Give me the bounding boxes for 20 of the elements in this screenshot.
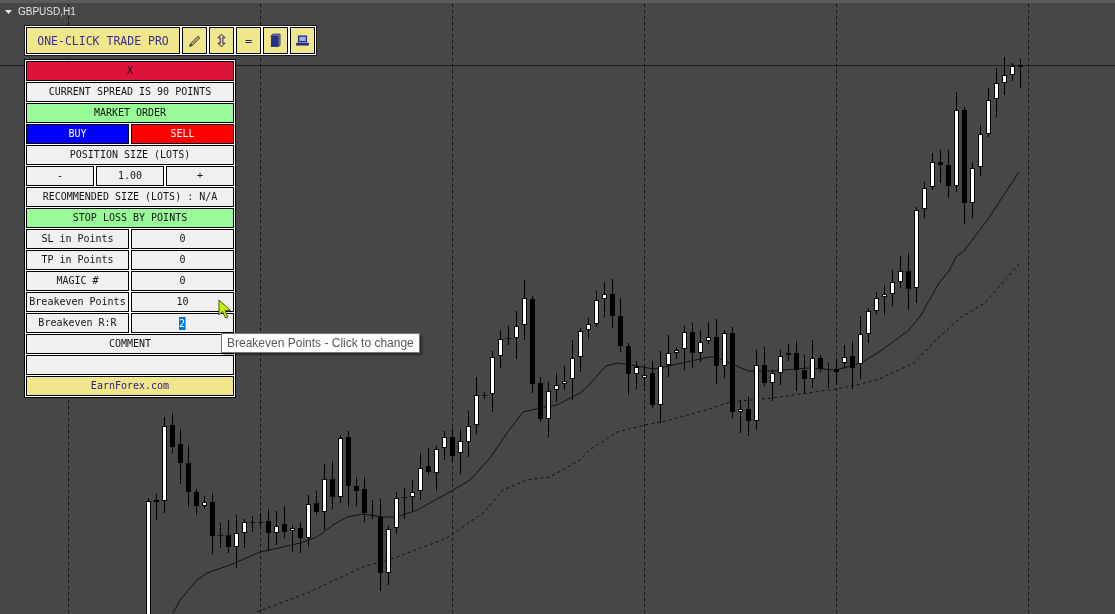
buy-button[interactable]: BUY bbox=[26, 124, 129, 144]
pencil-icon bbox=[188, 34, 201, 47]
equals-button[interactable]: = bbox=[236, 27, 261, 54]
setting-label: SL in Points bbox=[26, 229, 129, 249]
chart-title: GBPUSD,H1 bbox=[18, 6, 76, 18]
caret-icon[interactable] bbox=[5, 10, 12, 14]
setting-label: MAGIC # bbox=[26, 271, 129, 291]
title-button[interactable]: ONE-CLICK TRADE PRO bbox=[26, 27, 180, 54]
setting-label: Breakeven Points bbox=[26, 292, 129, 312]
lots-field[interactable]: 1.00 bbox=[96, 166, 164, 186]
setting-label: TP in Points bbox=[26, 250, 129, 270]
decrease-button[interactable]: - bbox=[26, 166, 94, 186]
pencil-button[interactable] bbox=[182, 27, 207, 54]
up-down-arrow-icon bbox=[217, 33, 226, 48]
book-button[interactable] bbox=[263, 27, 288, 54]
book-icon bbox=[270, 33, 281, 48]
laptop-button[interactable] bbox=[290, 27, 315, 54]
setting-label: Breakeven R:R bbox=[26, 313, 129, 333]
laptop-icon bbox=[296, 35, 309, 46]
up-down-button[interactable] bbox=[209, 27, 234, 54]
